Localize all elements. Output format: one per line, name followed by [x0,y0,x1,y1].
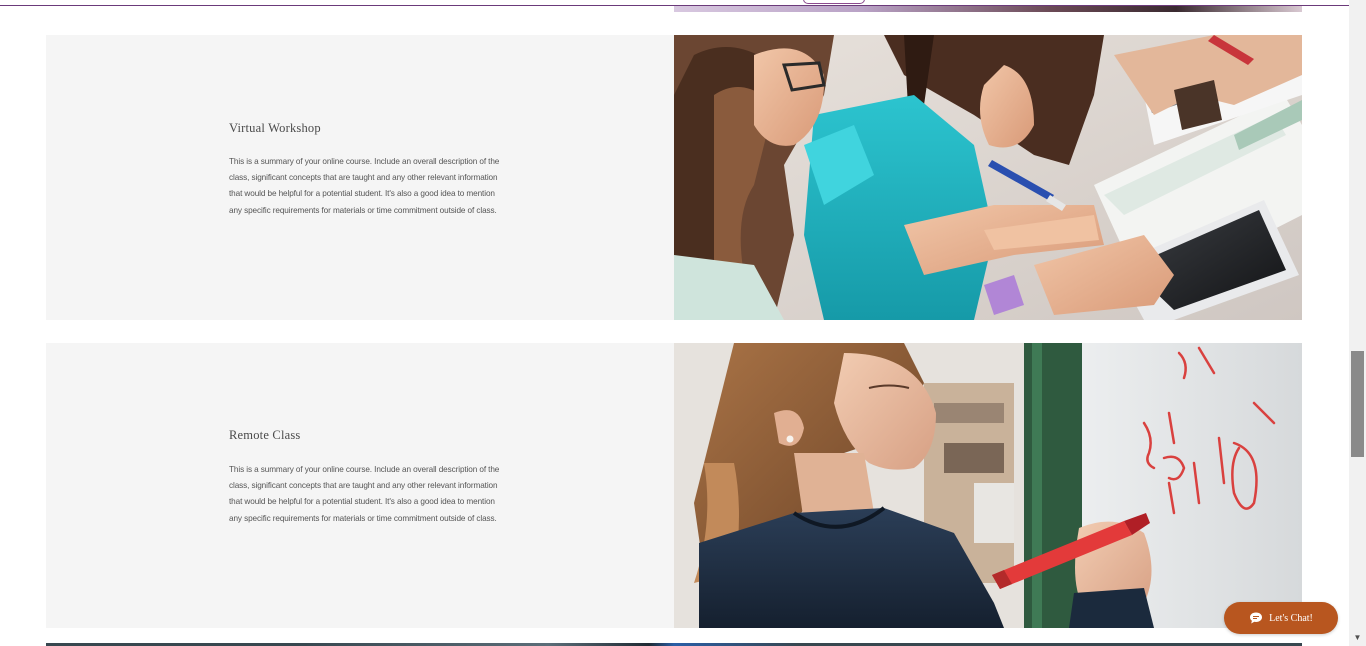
page-scrollbar[interactable]: ▼ [1349,0,1366,646]
chat-bubble-icon [1249,611,1263,625]
header-pill-button[interactable] [803,0,865,4]
scroll-down-arrow-icon[interactable]: ▼ [1353,634,1362,642]
course-info-panel: Virtual Workshop This is a summary of yo… [46,35,674,320]
page: Virtual Workshop This is a summary of yo… [0,0,1366,646]
course-card-remote-class: Remote Class This is a summary of your o… [46,343,1302,628]
course-description: This is a summary of your online course.… [229,157,500,215]
course-image-student-whiteboard [674,343,1302,628]
previous-course-image [674,6,1302,12]
course-card-virtual-workshop: Virtual Workshop This is a summary of yo… [46,35,1302,320]
course-title: Virtual Workshop [229,121,321,135]
lets-chat-button[interactable]: Let's Chat! [1224,602,1338,634]
chat-button-label: Let's Chat! [1269,612,1313,624]
course-description: This is a summary of your online course.… [229,465,500,523]
scrollbar-thumb[interactable] [1351,351,1364,457]
course-info-panel: Remote Class This is a summary of your o… [46,343,674,628]
course-image-students-writing [674,35,1302,320]
course-title: Remote Class [229,428,301,442]
